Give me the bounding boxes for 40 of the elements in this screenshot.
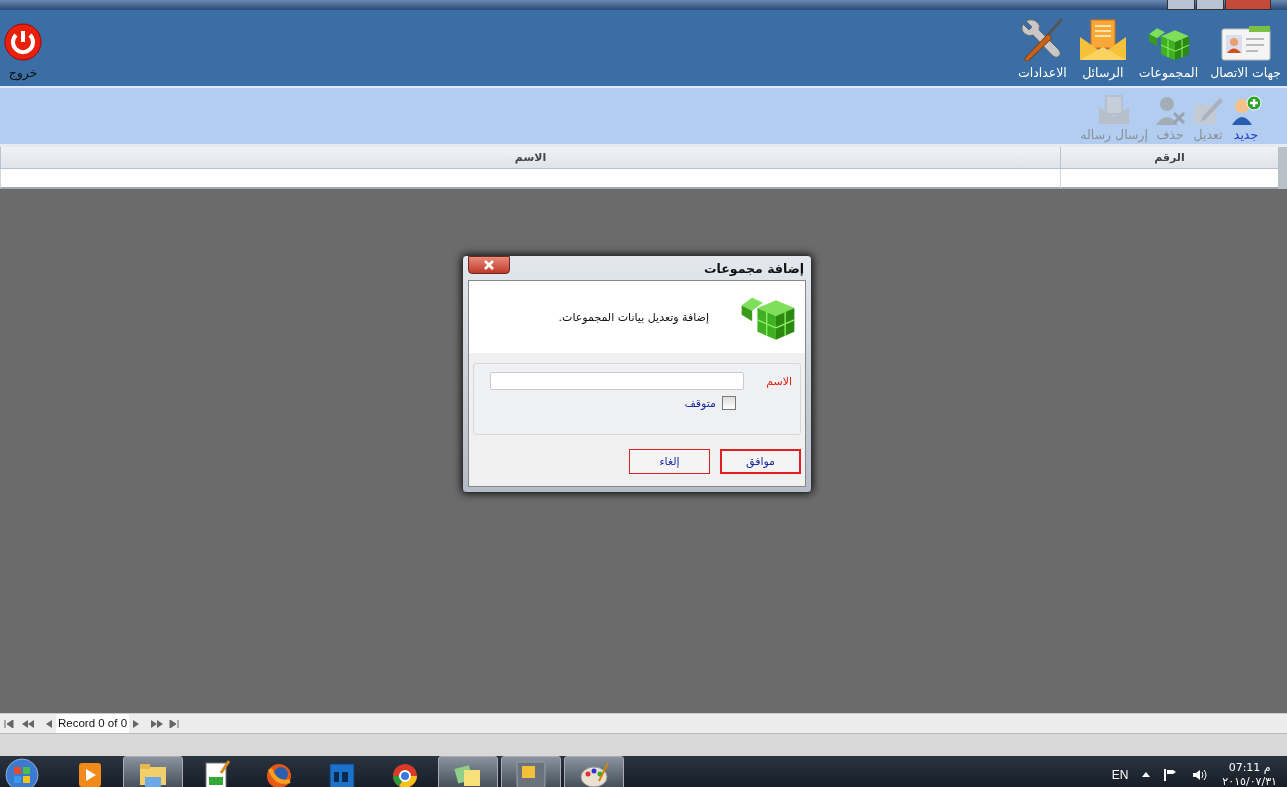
power-icon — [4, 23, 42, 61]
dialog-button[interactable]: إلغاء — [629, 449, 710, 474]
close-icon — [484, 260, 494, 270]
remove-user-icon — [1154, 95, 1186, 125]
exit-button[interactable]: خروج — [0, 10, 48, 86]
checkbox-label: متوقف — [684, 396, 716, 410]
last-record-icon[interactable] — [169, 719, 182, 728]
ribbon-button[interactable]: الاعدادات — [1011, 10, 1073, 86]
start-button[interactable] — [2, 756, 42, 787]
envelope-icon — [1078, 19, 1127, 61]
taskbar-button[interactable] — [564, 756, 624, 787]
first-record-icon[interactable] — [4, 719, 14, 728]
record-counter: Record 0 of 0 — [56, 714, 130, 733]
language-indicator[interactable]: EN — [1111, 767, 1129, 782]
ribbon-button[interactable]: المجموعات — [1132, 10, 1205, 86]
column-header[interactable]: الاسم — [0, 147, 1060, 169]
ribbon-button[interactable]: جهات الاتصال — [1204, 10, 1287, 86]
taskbar-button[interactable] — [438, 756, 498, 787]
clock[interactable]: 07:11 م ٢٠١٥/٠٧/٣١ — [1222, 760, 1277, 787]
dialog-button[interactable]: موافق — [720, 449, 801, 474]
add-user-icon — [1230, 95, 1262, 125]
dialog-header-text: إضافة وتعديل بيانات المجموعات. — [558, 310, 709, 324]
edit-icon — [1192, 95, 1224, 125]
close-button[interactable] — [468, 256, 510, 274]
contact-card-icon — [1220, 25, 1271, 61]
app-icon — [514, 758, 548, 787]
speaker-icon[interactable] — [1192, 768, 1209, 781]
dialog-title: إضافة مجموعات — [704, 260, 805, 276]
maximize-button[interactable] — [1196, 0, 1224, 10]
name-label: الاسم — [765, 374, 792, 388]
toolbar-button[interactable]: جديد — [1227, 95, 1265, 142]
minimize-button[interactable] — [1167, 0, 1195, 10]
ribbon-button[interactable]: الرسائل — [1072, 10, 1133, 86]
show-hidden-icons-icon[interactable] — [1142, 772, 1151, 777]
checkbox[interactable] — [722, 396, 736, 410]
envelope-icon — [1098, 95, 1131, 125]
time-text: 07:11 م — [1228, 760, 1271, 775]
name-field[interactable] — [490, 372, 744, 390]
date-text: ٢٠١٥/٠٧/٣١ — [1222, 774, 1277, 787]
column-header[interactable]: الرقم — [1060, 147, 1278, 169]
